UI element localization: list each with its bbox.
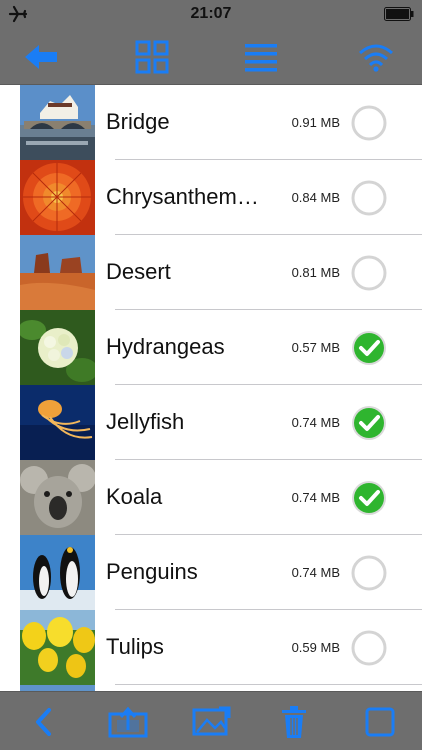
file-name: Jellyfish <box>106 409 185 434</box>
unchecked-circle-icon[interactable] <box>350 104 388 142</box>
file-list: Bridge 0.91 MB Chrysanthem… 0.84 MB Dese… <box>0 85 422 691</box>
share-icon <box>108 706 148 737</box>
file-size: 0.74 MB <box>291 490 340 505</box>
thumbnail-penguins <box>20 535 95 610</box>
thumbnail-tulips <box>20 610 95 685</box>
unchecked-circle-icon[interactable] <box>350 179 388 217</box>
thumbnail-bridge <box>20 85 95 160</box>
delete-button[interactable] <box>264 692 324 750</box>
bottom-toolbar <box>0 691 422 750</box>
list-item[interactable]: Tulips 0.59 MB <box>0 610 422 685</box>
file-size: 0.91 MB <box>291 115 340 130</box>
select-all-icon <box>365 707 395 736</box>
file-size: 0.84 MB <box>291 190 340 205</box>
thumbnail-koala <box>20 460 95 535</box>
status-bar: 21:07 <box>0 0 422 28</box>
thumbnail-hydrangeas <box>20 310 95 385</box>
list-item[interactable]: Hydrangeas 0.57 MB <box>0 310 422 385</box>
back-button[interactable] <box>6 28 76 85</box>
list-item[interactable]: Chrysanthem… 0.84 MB <box>0 160 422 235</box>
share-button[interactable] <box>98 692 158 750</box>
checked-circle-icon[interactable] <box>350 404 388 442</box>
chevron-left-icon <box>36 707 51 736</box>
list-view-icon <box>245 43 277 71</box>
checked-circle-icon[interactable] <box>350 329 388 367</box>
select-all-button[interactable] <box>350 692 410 750</box>
file-size: 0.81 MB <box>291 265 340 280</box>
thumbnail-desert <box>20 235 95 310</box>
battery-icon <box>384 7 414 21</box>
wifi-transfer-button[interactable] <box>341 28 411 85</box>
back-chevron-button[interactable] <box>13 692 73 750</box>
file-name: Tulips <box>106 634 164 659</box>
list-view-button[interactable] <box>226 28 296 85</box>
list-item[interactable]: Penguins 0.74 MB <box>0 535 422 610</box>
photo-import-button[interactable] <box>181 692 241 750</box>
file-size: 0.74 MB <box>291 415 340 430</box>
trash-icon <box>282 705 306 738</box>
file-name: Chrysanthem… <box>106 184 259 209</box>
photo-import-icon <box>192 706 231 735</box>
unchecked-circle-icon[interactable] <box>350 554 388 592</box>
back-arrow-icon <box>25 44 57 69</box>
file-size: 0.74 MB <box>291 565 340 580</box>
file-name: Penguins <box>106 559 198 584</box>
status-time: 21:07 <box>190 5 232 22</box>
top-toolbar <box>0 28 422 85</box>
grid-view-button[interactable] <box>117 28 187 85</box>
grid-view-icon <box>135 40 169 73</box>
unchecked-circle-icon[interactable] <box>350 629 388 667</box>
unchecked-circle-icon[interactable] <box>350 254 388 292</box>
thumbnail-chrysanthemum <box>20 160 95 235</box>
checked-circle-icon[interactable] <box>350 479 388 517</box>
thumbnail-jellyfish <box>20 385 95 460</box>
file-name: Hydrangeas <box>106 334 225 359</box>
list-item[interactable]: Jellyfish 0.74 MB <box>0 385 422 460</box>
file-name: Desert <box>106 259 171 284</box>
file-size: 0.57 MB <box>291 340 340 355</box>
file-name: Bridge <box>106 109 170 134</box>
file-size: 0.59 MB <box>291 640 340 655</box>
file-name: Koala <box>106 484 163 509</box>
list-item[interactable]: Desert 0.81 MB <box>0 235 422 310</box>
list-item[interactable]: Bridge 0.91 MB <box>0 85 422 160</box>
wifi-icon <box>359 44 393 72</box>
list-item[interactable]: Koala 0.74 MB <box>0 460 422 535</box>
